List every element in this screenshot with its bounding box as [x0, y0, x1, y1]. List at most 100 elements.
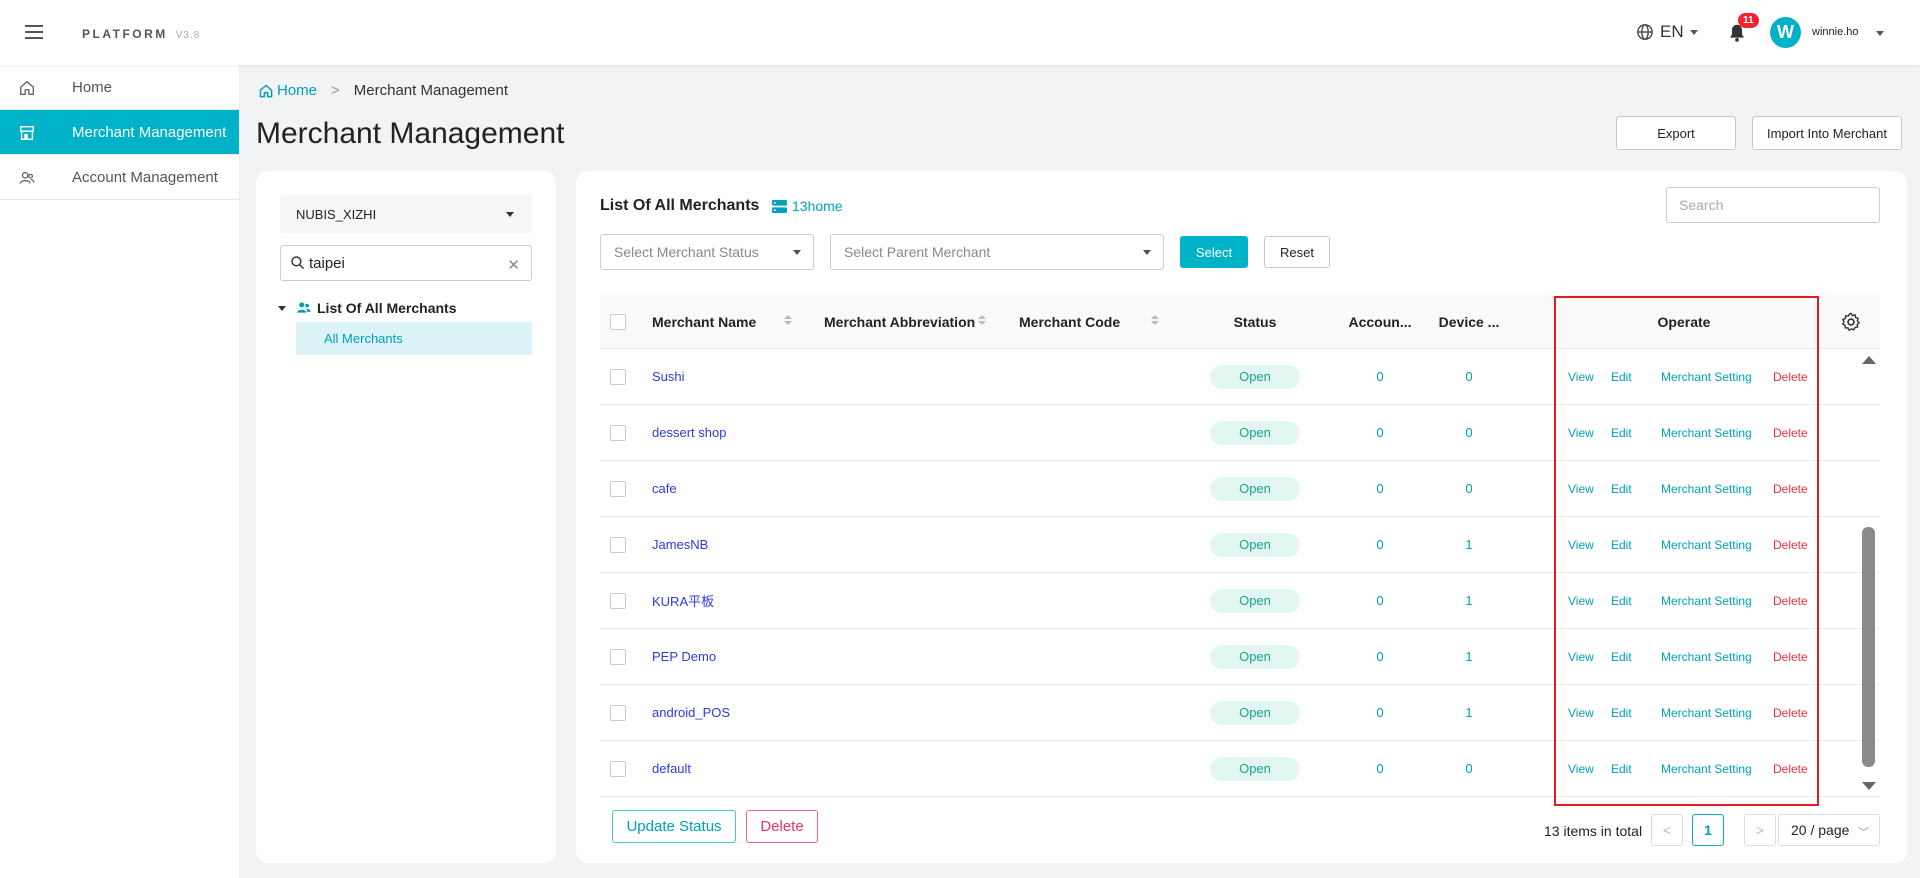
- sort-icon[interactable]: [1151, 315, 1159, 325]
- merchant-setting-link[interactable]: Merchant Setting: [1661, 538, 1752, 552]
- bulk-delete-button[interactable]: Delete: [746, 810, 818, 843]
- merchant-setting-link[interactable]: Merchant Setting: [1661, 482, 1752, 496]
- row-checkbox[interactable]: [610, 424, 626, 441]
- next-page-button[interactable]: >: [1744, 814, 1776, 846]
- merchant-setting-link[interactable]: Merchant Setting: [1661, 594, 1752, 608]
- select-button[interactable]: Select: [1180, 236, 1248, 268]
- row-checkbox[interactable]: [610, 760, 626, 777]
- avatar[interactable]: W: [1770, 17, 1801, 48]
- row-checkbox[interactable]: [610, 536, 626, 553]
- view-link[interactable]: View: [1568, 594, 1594, 608]
- scroll-up-arrow-icon[interactable]: [1862, 356, 1876, 364]
- view-link[interactable]: View: [1568, 370, 1594, 384]
- sidebar-item-account-management[interactable]: Account Management: [0, 155, 239, 200]
- merchant-setting-link[interactable]: Merchant Setting: [1661, 370, 1752, 384]
- edit-link[interactable]: Edit: [1611, 538, 1632, 552]
- devices-count[interactable]: 0: [1465, 761, 1472, 776]
- export-button[interactable]: Export: [1616, 116, 1736, 150]
- row-checkbox[interactable]: [610, 704, 626, 721]
- view-link[interactable]: View: [1568, 762, 1594, 776]
- scroll-down-arrow-icon[interactable]: [1862, 782, 1876, 790]
- merchant-name-link[interactable]: Sushi: [652, 369, 685, 384]
- merchant-name-link[interactable]: cafe: [652, 481, 677, 496]
- sidebar-item-home[interactable]: Home: [0, 65, 239, 110]
- edit-link[interactable]: Edit: [1611, 426, 1632, 440]
- tree-node-all-merchants-child[interactable]: All Merchants: [296, 322, 532, 355]
- scrollbar-thumb[interactable]: [1862, 527, 1875, 767]
- delete-link[interactable]: Delete: [1773, 594, 1808, 608]
- accounts-count[interactable]: 0: [1376, 425, 1383, 440]
- tree-node-all-merchants[interactable]: List Of All Merchants: [278, 300, 457, 316]
- edit-link[interactable]: Edit: [1611, 706, 1632, 720]
- devices-count[interactable]: 1: [1465, 593, 1472, 608]
- merchant-name-link[interactable]: default: [652, 761, 691, 776]
- prev-page-button[interactable]: <: [1651, 814, 1683, 846]
- merchant-search-input[interactable]: [1666, 187, 1880, 223]
- edit-link[interactable]: Edit: [1611, 594, 1632, 608]
- edit-link[interactable]: Edit: [1611, 762, 1632, 776]
- delete-link[interactable]: Delete: [1773, 538, 1808, 552]
- devices-count[interactable]: 1: [1465, 537, 1472, 552]
- delete-link[interactable]: Delete: [1773, 706, 1808, 720]
- accounts-count[interactable]: 0: [1376, 481, 1383, 496]
- language-selector[interactable]: EN: [1636, 22, 1698, 42]
- menu-toggle-icon[interactable]: [25, 25, 43, 39]
- view-link[interactable]: View: [1568, 482, 1594, 496]
- delete-link[interactable]: Delete: [1773, 426, 1808, 440]
- clear-search-icon[interactable]: ✕: [507, 256, 520, 274]
- delete-link[interactable]: Delete: [1773, 762, 1808, 776]
- merchant-name-link[interactable]: dessert shop: [652, 425, 726, 440]
- parent-merchant-select[interactable]: Select Parent Merchant: [830, 234, 1164, 270]
- accounts-count[interactable]: 0: [1376, 649, 1383, 664]
- merchant-name-link[interactable]: PEP Demo: [652, 649, 716, 664]
- merchant-setting-link[interactable]: Merchant Setting: [1661, 762, 1752, 776]
- select-all-checkbox[interactable]: [610, 313, 626, 330]
- row-checkbox[interactable]: [610, 480, 626, 497]
- import-merchant-button[interactable]: Import Into Merchant: [1752, 116, 1902, 150]
- page-1-button[interactable]: 1: [1692, 814, 1724, 846]
- update-status-button[interactable]: Update Status: [612, 810, 736, 843]
- sort-icon[interactable]: [784, 315, 792, 325]
- accounts-count[interactable]: 0: [1376, 537, 1383, 552]
- row-checkbox[interactable]: [610, 368, 626, 385]
- delete-link[interactable]: Delete: [1773, 650, 1808, 664]
- merchant-setting-link[interactable]: Merchant Setting: [1661, 706, 1752, 720]
- user-menu-chevron-icon[interactable]: [1876, 31, 1884, 36]
- merchant-setting-link[interactable]: Merchant Setting: [1661, 650, 1752, 664]
- devices-count[interactable]: 0: [1465, 481, 1472, 496]
- store-link[interactable]: 13home: [772, 198, 843, 214]
- accounts-count[interactable]: 0: [1376, 761, 1383, 776]
- merchant-name-link[interactable]: JamesNB: [652, 537, 708, 552]
- accounts-count[interactable]: 0: [1376, 705, 1383, 720]
- devices-count[interactable]: 1: [1465, 649, 1472, 664]
- sidebar-item-merchant-management[interactable]: Merchant Management: [0, 110, 239, 155]
- edit-link[interactable]: Edit: [1611, 482, 1632, 496]
- reset-button[interactable]: Reset: [1264, 236, 1330, 268]
- row-checkbox[interactable]: [610, 648, 626, 665]
- merchant-name-link[interactable]: android_POS: [652, 705, 730, 720]
- view-link[interactable]: View: [1568, 538, 1594, 552]
- table-scrollbar[interactable]: [1862, 352, 1876, 796]
- gear-icon[interactable]: [1840, 311, 1862, 333]
- view-link[interactable]: View: [1568, 706, 1594, 720]
- delete-link[interactable]: Delete: [1773, 370, 1808, 384]
- column-merchant-abbreviation[interactable]: Merchant Abbreviation: [824, 295, 986, 348]
- organization-select[interactable]: NUBIS_XIZHI: [280, 195, 532, 233]
- delete-link[interactable]: Delete: [1773, 482, 1808, 496]
- chevron-down-icon[interactable]: [278, 305, 286, 311]
- edit-link[interactable]: Edit: [1611, 370, 1632, 384]
- tree-search-input[interactable]: taipei ✕: [280, 245, 532, 281]
- merchant-setting-link[interactable]: Merchant Setting: [1661, 426, 1752, 440]
- column-merchant-name[interactable]: Merchant Name: [652, 295, 812, 348]
- devices-count[interactable]: 0: [1465, 425, 1472, 440]
- row-checkbox[interactable]: [610, 592, 626, 609]
- page-size-select[interactable]: 20 / page ﹀: [1778, 814, 1880, 846]
- sort-icon[interactable]: [978, 315, 986, 325]
- edit-link[interactable]: Edit: [1611, 650, 1632, 664]
- view-link[interactable]: View: [1568, 426, 1594, 440]
- username[interactable]: winnie.ho: [1812, 26, 1858, 38]
- view-link[interactable]: View: [1568, 650, 1594, 664]
- devices-count[interactable]: 1: [1465, 705, 1472, 720]
- accounts-count[interactable]: 0: [1376, 369, 1383, 384]
- devices-count[interactable]: 0: [1465, 369, 1472, 384]
